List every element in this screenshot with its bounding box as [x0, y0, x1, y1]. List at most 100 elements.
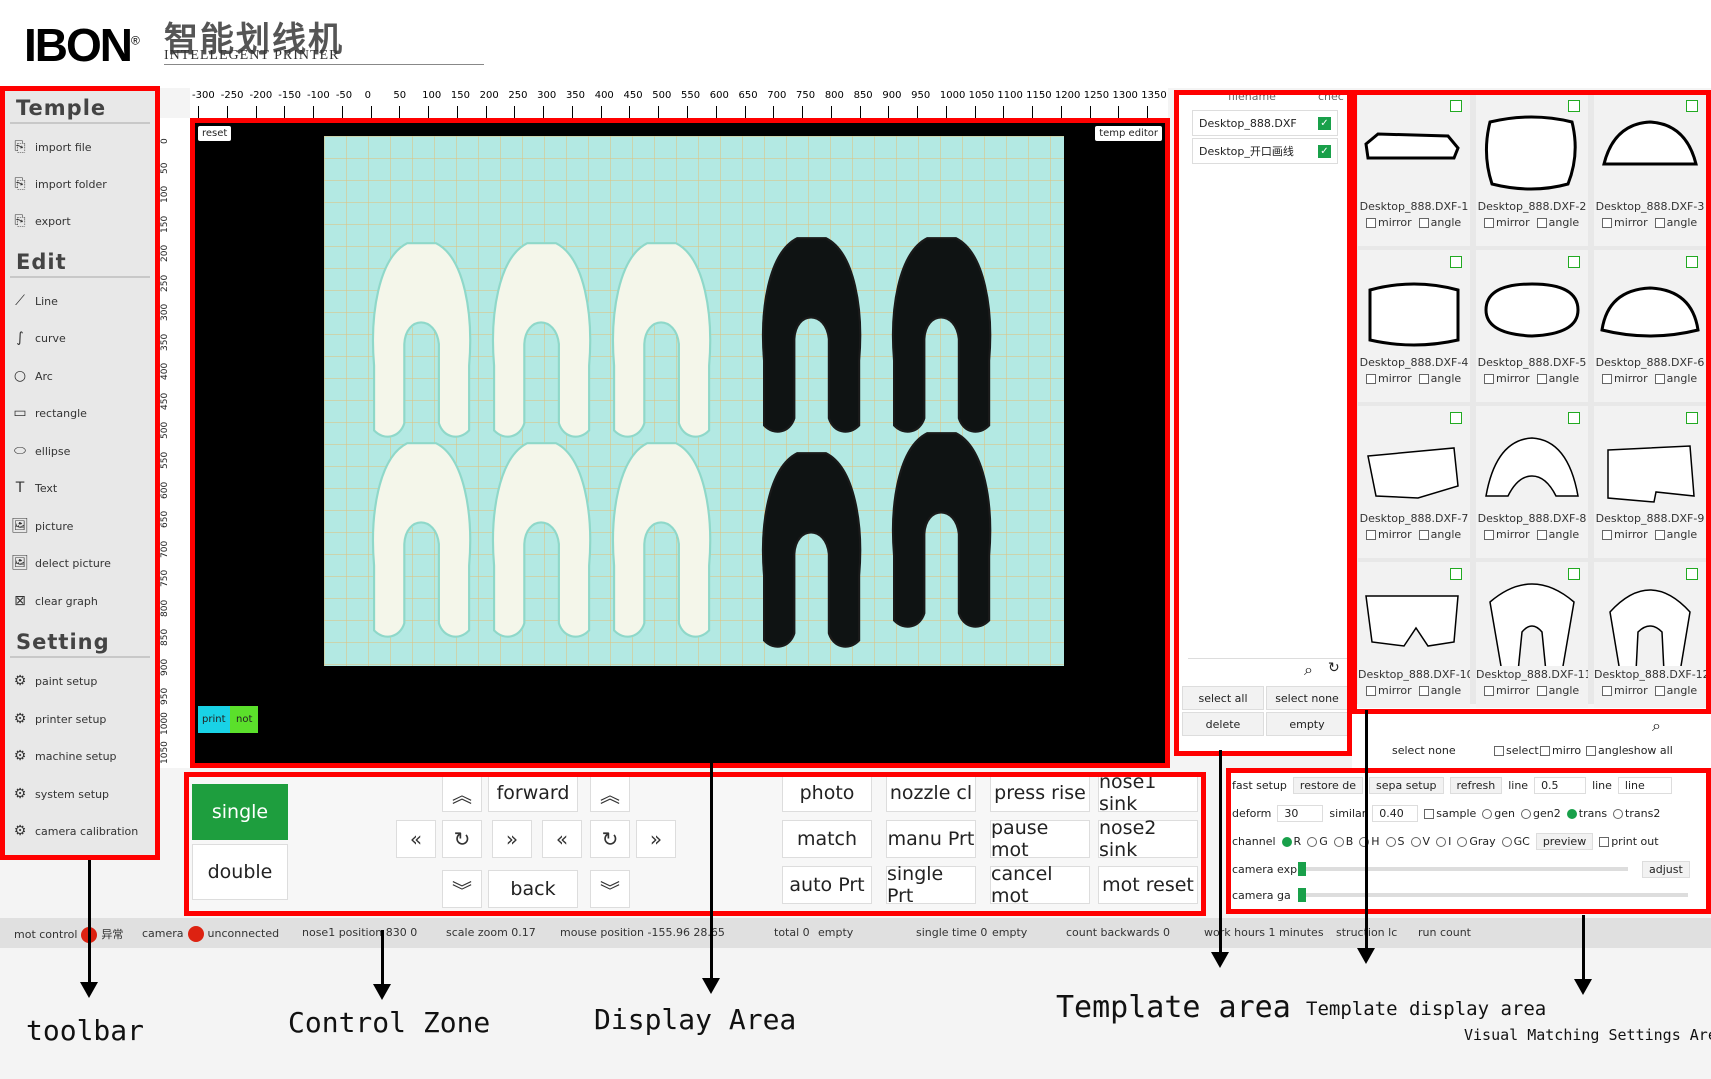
- printer-setup-button[interactable]: ⚙ printer setup: [10, 708, 107, 730]
- mirror-checkbox[interactable]: mirror: [1366, 528, 1412, 541]
- show-all-button[interactable]: show all: [1628, 744, 1673, 757]
- template-thumbnail[interactable]: Desktop_888.DXF-10 mirror angle: [1358, 562, 1470, 714]
- template-thumbnail[interactable]: Desktop_888.DXF-8 mirror angle: [1476, 406, 1588, 558]
- angle-checkbox[interactable]: angle: [1654, 216, 1697, 229]
- machine-setup-button[interactable]: ⚙ machine setup: [10, 745, 117, 767]
- clear-graph-tool[interactable]: ⊠ clear graph: [10, 590, 98, 612]
- press-rise-button[interactable]: press rise: [990, 774, 1090, 812]
- template-thumbnail[interactable]: Desktop_888.DXF-9 mirror angle: [1594, 406, 1706, 558]
- restore-default-button[interactable]: restore de: [1292, 776, 1364, 794]
- camera-calibration-button[interactable]: ⚙ camera calibration: [10, 820, 139, 842]
- template-thumbnail[interactable]: Desktop_888.DXF-7 mirror angle: [1358, 406, 1470, 558]
- cancel-motion-button[interactable]: cancel mot: [990, 863, 1090, 907]
- channel-h-radio[interactable]: H: [1359, 835, 1380, 848]
- angle-checkbox[interactable]: angle: [1418, 216, 1461, 229]
- left-arrow-icon[interactable]: «: [396, 820, 436, 858]
- channel-g-radio[interactable]: G: [1307, 835, 1328, 848]
- rotate-icon[interactable]: ↻: [590, 820, 630, 858]
- channel-gc-radio[interactable]: GC: [1501, 835, 1530, 848]
- gen2-radio[interactable]: gen2: [1521, 807, 1561, 820]
- system-setup-button[interactable]: ⚙ system setup: [10, 783, 109, 805]
- template-search-bar[interactable]: [1188, 658, 1348, 682]
- mirror-checkbox[interactable]: mirror: [1602, 372, 1648, 385]
- arc-tool[interactable]: ○ Arc: [10, 365, 53, 387]
- line-tool[interactable]: ⟋ Line: [10, 290, 58, 312]
- match-button[interactable]: match: [782, 820, 872, 858]
- up-arrow-icon[interactable]: ︽: [590, 774, 630, 812]
- line-width-input[interactable]: 0.5: [1534, 776, 1587, 794]
- motion-reset-button[interactable]: mot reset: [1098, 866, 1198, 904]
- preview-button[interactable]: preview: [1535, 832, 1594, 850]
- search-icon[interactable]: ⌕: [1652, 716, 1661, 736]
- mirror-checkbox[interactable]: mirror: [1366, 684, 1412, 697]
- mirror-checkbox[interactable]: mirror: [1602, 684, 1648, 697]
- template-thumbnail[interactable]: Desktop_888.DXF-3 mirror angle: [1594, 94, 1706, 246]
- mirror-checkbox[interactable]: mirror: [1484, 372, 1530, 385]
- refresh-icon[interactable]: ↻: [1328, 660, 1340, 676]
- angle-checkbox[interactable]: angle: [1536, 372, 1579, 385]
- angle-checkbox[interactable]: angle: [1654, 372, 1697, 385]
- mirror-checkbox[interactable]: mirror: [1602, 216, 1648, 229]
- line-type-select[interactable]: line: [1617, 776, 1672, 794]
- delete-button[interactable]: delete: [1182, 712, 1264, 736]
- single-mode-button[interactable]: single: [192, 784, 288, 840]
- select-none-thumbs-button[interactable]: select none: [1392, 744, 1456, 757]
- photo-button[interactable]: photo: [782, 774, 872, 812]
- rotate-icon[interactable]: ↻: [442, 820, 482, 858]
- camera-exposure-slider[interactable]: [1298, 862, 1628, 876]
- auto-print-button[interactable]: auto Prt: [782, 866, 872, 904]
- angle-checkbox[interactable]: angle: [1654, 528, 1697, 541]
- mirror-checkbox[interactable]: mirror: [1602, 528, 1648, 541]
- angle-checkbox[interactable]: angle: [1536, 684, 1579, 697]
- back-button[interactable]: back: [488, 870, 578, 908]
- check-icon[interactable]: ✓: [1318, 116, 1331, 130]
- angle-checkbox[interactable]: angle: [1536, 528, 1579, 541]
- text-tool[interactable]: T Text: [10, 477, 58, 499]
- template-thumbnail[interactable]: Desktop_888.DXF-1 mirror angle: [1358, 94, 1470, 246]
- adjust-button[interactable]: adjust: [1642, 860, 1690, 878]
- slider-handle[interactable]: [1298, 862, 1306, 876]
- export-button[interactable]: ⎘ export: [10, 210, 70, 232]
- separate-setup-button[interactable]: sepa setup: [1369, 776, 1444, 794]
- import-file-button[interactable]: ⎘ import file: [10, 136, 91, 158]
- template-thumbnail[interactable]: Desktop_888.DXF-5 mirror angle: [1476, 250, 1588, 402]
- slider-handle[interactable]: [1298, 888, 1306, 902]
- template-thumbnail[interactable]: Desktop_888.DXF-6 mirror angle: [1594, 250, 1706, 402]
- channel-s-radio[interactable]: S: [1385, 835, 1405, 848]
- picture-tool[interactable]: 🖼 picture: [10, 515, 73, 537]
- left-arrow-icon[interactable]: «: [542, 820, 582, 858]
- print-out-checkbox[interactable]: print out: [1599, 835, 1659, 848]
- deform-input[interactable]: 30: [1277, 804, 1324, 822]
- angle-checkbox[interactable]: angle: [1418, 684, 1461, 697]
- import-folder-button[interactable]: ⎘ import folder: [10, 173, 106, 195]
- nose2-sink-button[interactable]: nose2 sink: [1098, 817, 1198, 861]
- mirror-checkbox[interactable]: mirror: [1484, 216, 1530, 229]
- down-arrow-icon[interactable]: ︾: [590, 870, 630, 908]
- paint-setup-button[interactable]: ⚙ paint setup: [10, 670, 98, 692]
- forward-button[interactable]: forward: [488, 774, 578, 812]
- mirror-checkbox[interactable]: mirror: [1366, 216, 1412, 229]
- delete-picture-tool[interactable]: 🖼 delect picture: [10, 552, 111, 574]
- double-mode-button[interactable]: double: [192, 844, 288, 900]
- channel-i-radio[interactable]: I: [1436, 835, 1451, 848]
- angle-filter[interactable]: angle: [1586, 744, 1629, 757]
- nose1-sink-button[interactable]: nose1 sink: [1098, 771, 1198, 815]
- temp-editor-button[interactable]: temp editor: [1095, 126, 1162, 141]
- select-all-button[interactable]: select all: [1182, 686, 1264, 710]
- manual-print-button[interactable]: manu Prt: [886, 820, 976, 858]
- curve-tool[interactable]: ∫ curve: [10, 327, 65, 349]
- template-thumbnail[interactable]: Desktop_888.DXF-2 mirror angle: [1476, 94, 1588, 246]
- select-none-button[interactable]: select none: [1266, 686, 1348, 710]
- camera-gain-slider[interactable]: [1298, 888, 1688, 902]
- template-thumbnail[interactable]: Desktop_888.DXF-11 mirror angle: [1476, 562, 1588, 714]
- channel-gray-radio[interactable]: Gray: [1457, 835, 1496, 848]
- angle-checkbox[interactable]: angle: [1418, 372, 1461, 385]
- select-filter[interactable]: select: [1494, 744, 1539, 757]
- rectangle-tool[interactable]: ▭ rectangle: [10, 402, 87, 424]
- up-arrow-icon[interactable]: ︽: [442, 774, 482, 812]
- mirror-filter[interactable]: mirro: [1540, 744, 1581, 757]
- mirror-checkbox[interactable]: mirror: [1484, 684, 1530, 697]
- search-icon[interactable]: ⌕: [1304, 660, 1313, 680]
- channel-b-radio[interactable]: B: [1333, 835, 1353, 848]
- fast-setup-button[interactable]: fast setup: [1232, 779, 1287, 792]
